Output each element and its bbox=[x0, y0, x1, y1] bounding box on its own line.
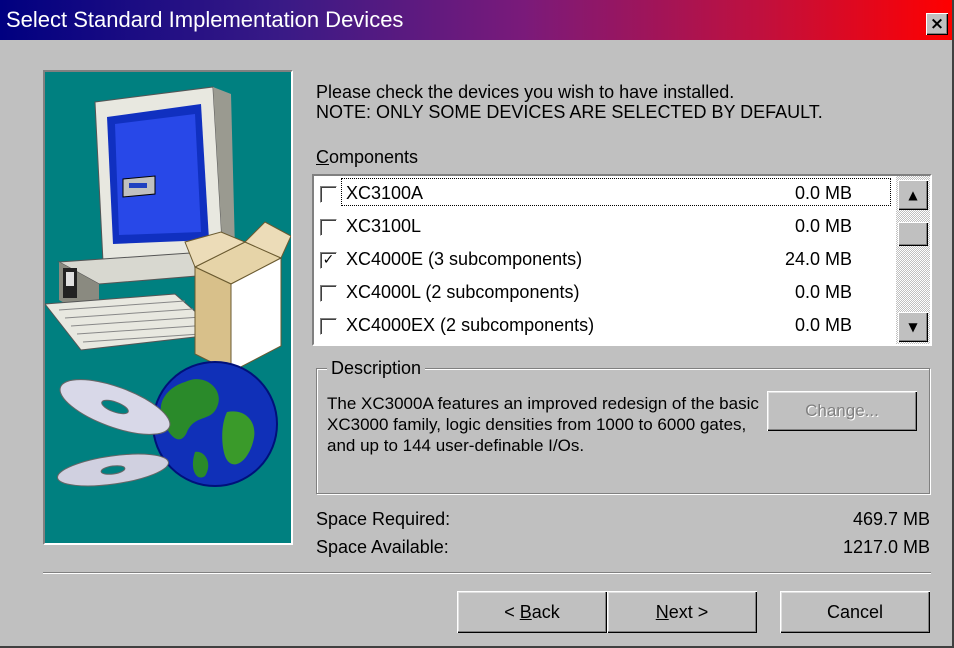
description-text: The XC3000A features an improved redesig… bbox=[327, 394, 759, 455]
description-groupbox: Description The XC3000A features an impr… bbox=[316, 357, 930, 494]
checkbox-xc3100a[interactable] bbox=[320, 186, 337, 203]
next-button[interactable]: Next > bbox=[607, 591, 757, 633]
space-required-value: 469.7 MB bbox=[852, 509, 930, 529]
item-name: XC4000E (3 subcomponents) bbox=[346, 249, 583, 269]
scrollbar-thumb[interactable] bbox=[898, 222, 928, 246]
checkbox-xc4000ex[interactable] bbox=[320, 318, 337, 335]
next-rest: ext > bbox=[668, 602, 709, 622]
change-button[interactable]: Change... bbox=[767, 391, 917, 431]
close-button[interactable]: × bbox=[926, 13, 948, 35]
separator bbox=[43, 572, 931, 574]
space-available-label: Space Available: bbox=[316, 537, 449, 557]
window-title: Select Standard Implementation Devices bbox=[6, 7, 404, 32]
item-name: XC4000EX (2 subcomponents) bbox=[346, 315, 595, 335]
item-size: 24.0 MB bbox=[784, 249, 852, 269]
back-prefix: < bbox=[504, 602, 520, 622]
components-list: XC3100A 0.0 MB XC3100L 0.0 MB ✓ XC4000E … bbox=[314, 176, 894, 344]
vertical-scrollbar[interactable]: ▲ ▼ bbox=[896, 176, 930, 344]
scroll-up-icon[interactable]: ▲ bbox=[898, 180, 928, 210]
space-available-value: 1217.0 MB bbox=[842, 537, 930, 557]
next-mnemonic: N bbox=[655, 602, 669, 622]
checkbox-xc3100l[interactable] bbox=[320, 219, 337, 236]
scroll-down-icon[interactable]: ▼ bbox=[898, 312, 928, 342]
space-required-label: Space Required: bbox=[316, 509, 451, 529]
components-label-rest: omponents bbox=[329, 147, 419, 167]
back-button[interactable]: < Back bbox=[457, 591, 607, 633]
back-mnemonic: B bbox=[519, 602, 532, 622]
cancel-button[interactable]: Cancel bbox=[780, 591, 930, 633]
computer-and-globe-illustration bbox=[45, 86, 291, 487]
item-name: XC3100A bbox=[346, 183, 424, 203]
instructions-line-1: Please check the devices you wish to hav… bbox=[316, 82, 735, 102]
item-size: 0.0 MB bbox=[794, 183, 852, 203]
instructions-line-2: NOTE: ONLY SOME DEVICES ARE SELECTED BY … bbox=[316, 102, 823, 122]
list-item-xc4000e[interactable]: ✓ XC4000E (3 subcomponents) 24.0 MB bbox=[316, 243, 892, 275]
checkbox-xc4000e[interactable]: ✓ bbox=[320, 252, 337, 269]
description-legend: Description bbox=[327, 357, 426, 379]
list-item-xc3100l[interactable]: XC3100L 0.0 MB bbox=[316, 210, 892, 242]
list-item-xc3100a[interactable]: XC3100A 0.0 MB bbox=[316, 177, 892, 209]
list-item-xc4000ex[interactable]: XC4000EX (2 subcomponents) 0.0 MB bbox=[316, 309, 892, 341]
list-item-xc4000l[interactable]: XC4000L (2 subcomponents) 0.0 MB bbox=[316, 276, 892, 308]
item-name: XC3100L bbox=[346, 216, 422, 236]
components-listbox[interactable]: XC3100A 0.0 MB XC3100L 0.0 MB ✓ XC4000E … bbox=[312, 174, 932, 346]
checkbox-xc4000l[interactable] bbox=[320, 285, 337, 302]
back-rest: ack bbox=[531, 602, 560, 622]
instructions: Please check the devices you wish to hav… bbox=[316, 82, 823, 122]
item-size: 0.0 MB bbox=[794, 315, 852, 335]
item-size: 0.0 MB bbox=[794, 216, 852, 236]
components-label: Components bbox=[316, 147, 418, 167]
setup-illustration bbox=[43, 70, 293, 545]
title-bar[interactable]: Select Standard Implementation Devices × bbox=[0, 0, 952, 40]
components-label-mnemonic: C bbox=[316, 147, 329, 167]
item-size: 0.0 MB bbox=[794, 282, 852, 302]
setup-dialog: Select Standard Implementation Devices × bbox=[0, 0, 954, 648]
item-name: XC4000L (2 subcomponents) bbox=[346, 282, 580, 302]
